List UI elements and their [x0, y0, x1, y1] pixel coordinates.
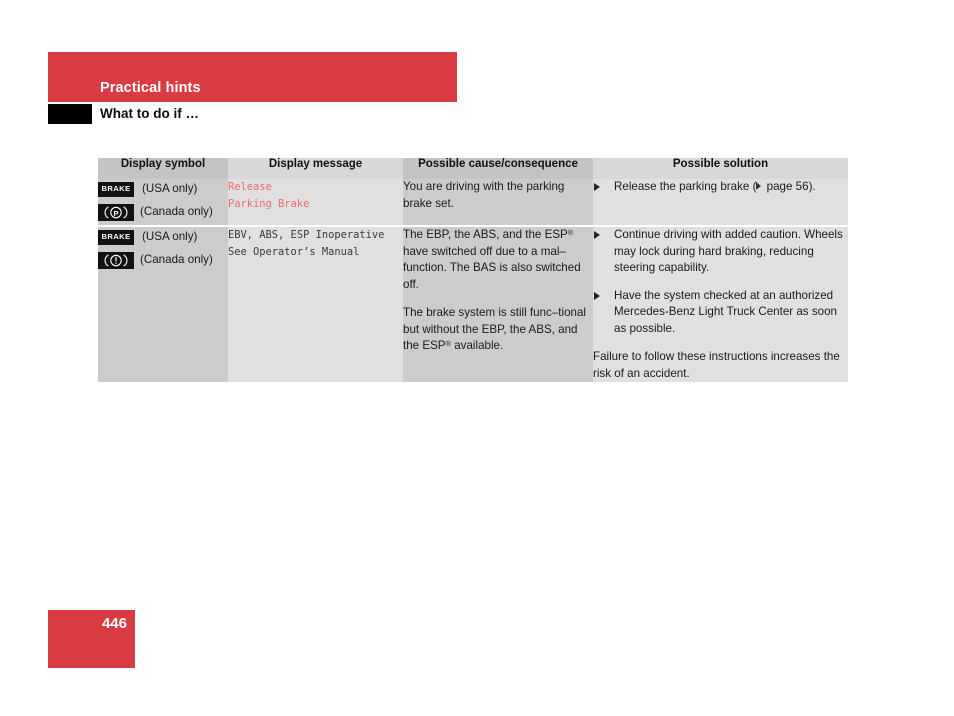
subsection-tab-marker — [48, 104, 92, 124]
cell-display-symbol: BRAKE (USA only) P (Canada only) — [98, 179, 228, 226]
solution-warning-note: Failure to follow these instructions inc… — [593, 350, 840, 380]
subsection-title: What to do if … — [100, 106, 199, 121]
list-item: Release the parking brake ( page 56). — [593, 179, 848, 196]
symbol-region-label: (Canada only) — [140, 253, 213, 267]
section-title: Practical hints — [100, 80, 201, 96]
table-header-row: Display symbol Display message Possible … — [98, 158, 848, 179]
symbol-region-label: (Canada only) — [140, 205, 213, 219]
subsection-header-row: What to do if … — [48, 104, 457, 126]
cell-possible-cause: The EBP, the ABS, and the ESP® have swit… — [403, 225, 593, 382]
table-row: BRAKE (USA only) P (Canada only) Release… — [98, 179, 848, 226]
solution-text: Release the parking brake ( page 56). — [614, 180, 816, 193]
svg-text:P: P — [113, 209, 118, 218]
cause-paragraph: The brake system is still func–tional bu… — [403, 306, 586, 352]
symbol-entry: P (Canada only) — [98, 202, 228, 223]
cell-possible-solution: Release the parking brake ( page 56). — [593, 179, 848, 226]
cell-possible-solution: Continue driving with added caution. Whe… — [593, 225, 848, 382]
table-row: BRAKE (USA only) (Canada only) EBV, ABS,… — [98, 225, 848, 382]
page-number-box: 446 — [48, 610, 135, 668]
column-header-possible-solution: Possible solution — [593, 158, 848, 179]
brake-text-badge-icon: BRAKE — [98, 230, 134, 245]
symbol-entry: BRAKE (USA only) — [98, 179, 228, 200]
page-reference-triangle-icon — [756, 181, 762, 190]
triangle-bullet-icon — [594, 231, 600, 239]
section-header-band: Practical hints — [48, 52, 457, 102]
cause-paragraph: You are driving with the parking brake s… — [403, 180, 565, 210]
display-message-line: Parking Brake — [228, 197, 310, 210]
display-message-line: Release — [228, 181, 272, 193]
column-header-display-message: Display message — [228, 158, 403, 179]
triangle-bullet-icon — [594, 291, 600, 300]
page-number: 446 — [101, 615, 127, 632]
parking-brake-p-circle-badge-icon: P — [98, 204, 134, 221]
list-item: Continue driving with added caution. Whe… — [593, 227, 848, 277]
solution-text: Have the system checked at an authorized… — [614, 288, 837, 335]
cell-possible-cause: You are driving with the parking brake s… — [403, 179, 593, 226]
cause-paragraph: The EBP, the ABS, and the ESP® have swit… — [403, 228, 581, 291]
cell-display-symbol: BRAKE (USA only) (Canada only) — [98, 225, 228, 382]
symptom-table: Display symbol Display message Possible … — [98, 158, 848, 382]
display-message-line: EBV, ABS, ESP Inoperative — [228, 229, 385, 241]
cell-display-message: Release Parking Brake — [228, 179, 403, 226]
solution-bullet-list: Continue driving with added caution. Whe… — [593, 227, 848, 337]
cell-display-message: EBV, ABS, ESP Inoperative See Operator’s… — [228, 225, 403, 382]
triangle-bullet-icon — [594, 183, 600, 191]
column-header-display-symbol: Display symbol — [98, 158, 228, 179]
column-header-possible-cause: Possible cause/consequence — [403, 158, 593, 179]
symbol-entry: (Canada only) — [98, 250, 228, 271]
brake-warning-exclamation-badge-icon — [98, 252, 134, 269]
brake-text-badge-icon: BRAKE — [98, 182, 134, 197]
symbol-region-label: (USA only) — [142, 230, 198, 244]
display-message-line: See Operator’s Manual — [228, 245, 360, 258]
list-item: Have the system checked at an authorized… — [593, 288, 848, 338]
solution-bullet-list: Release the parking brake ( page 56). — [593, 179, 848, 196]
symbol-region-label: (USA only) — [142, 182, 198, 196]
solution-text: Continue driving with added caution. Whe… — [614, 228, 843, 274]
symbol-entry: BRAKE (USA only) — [98, 227, 228, 248]
